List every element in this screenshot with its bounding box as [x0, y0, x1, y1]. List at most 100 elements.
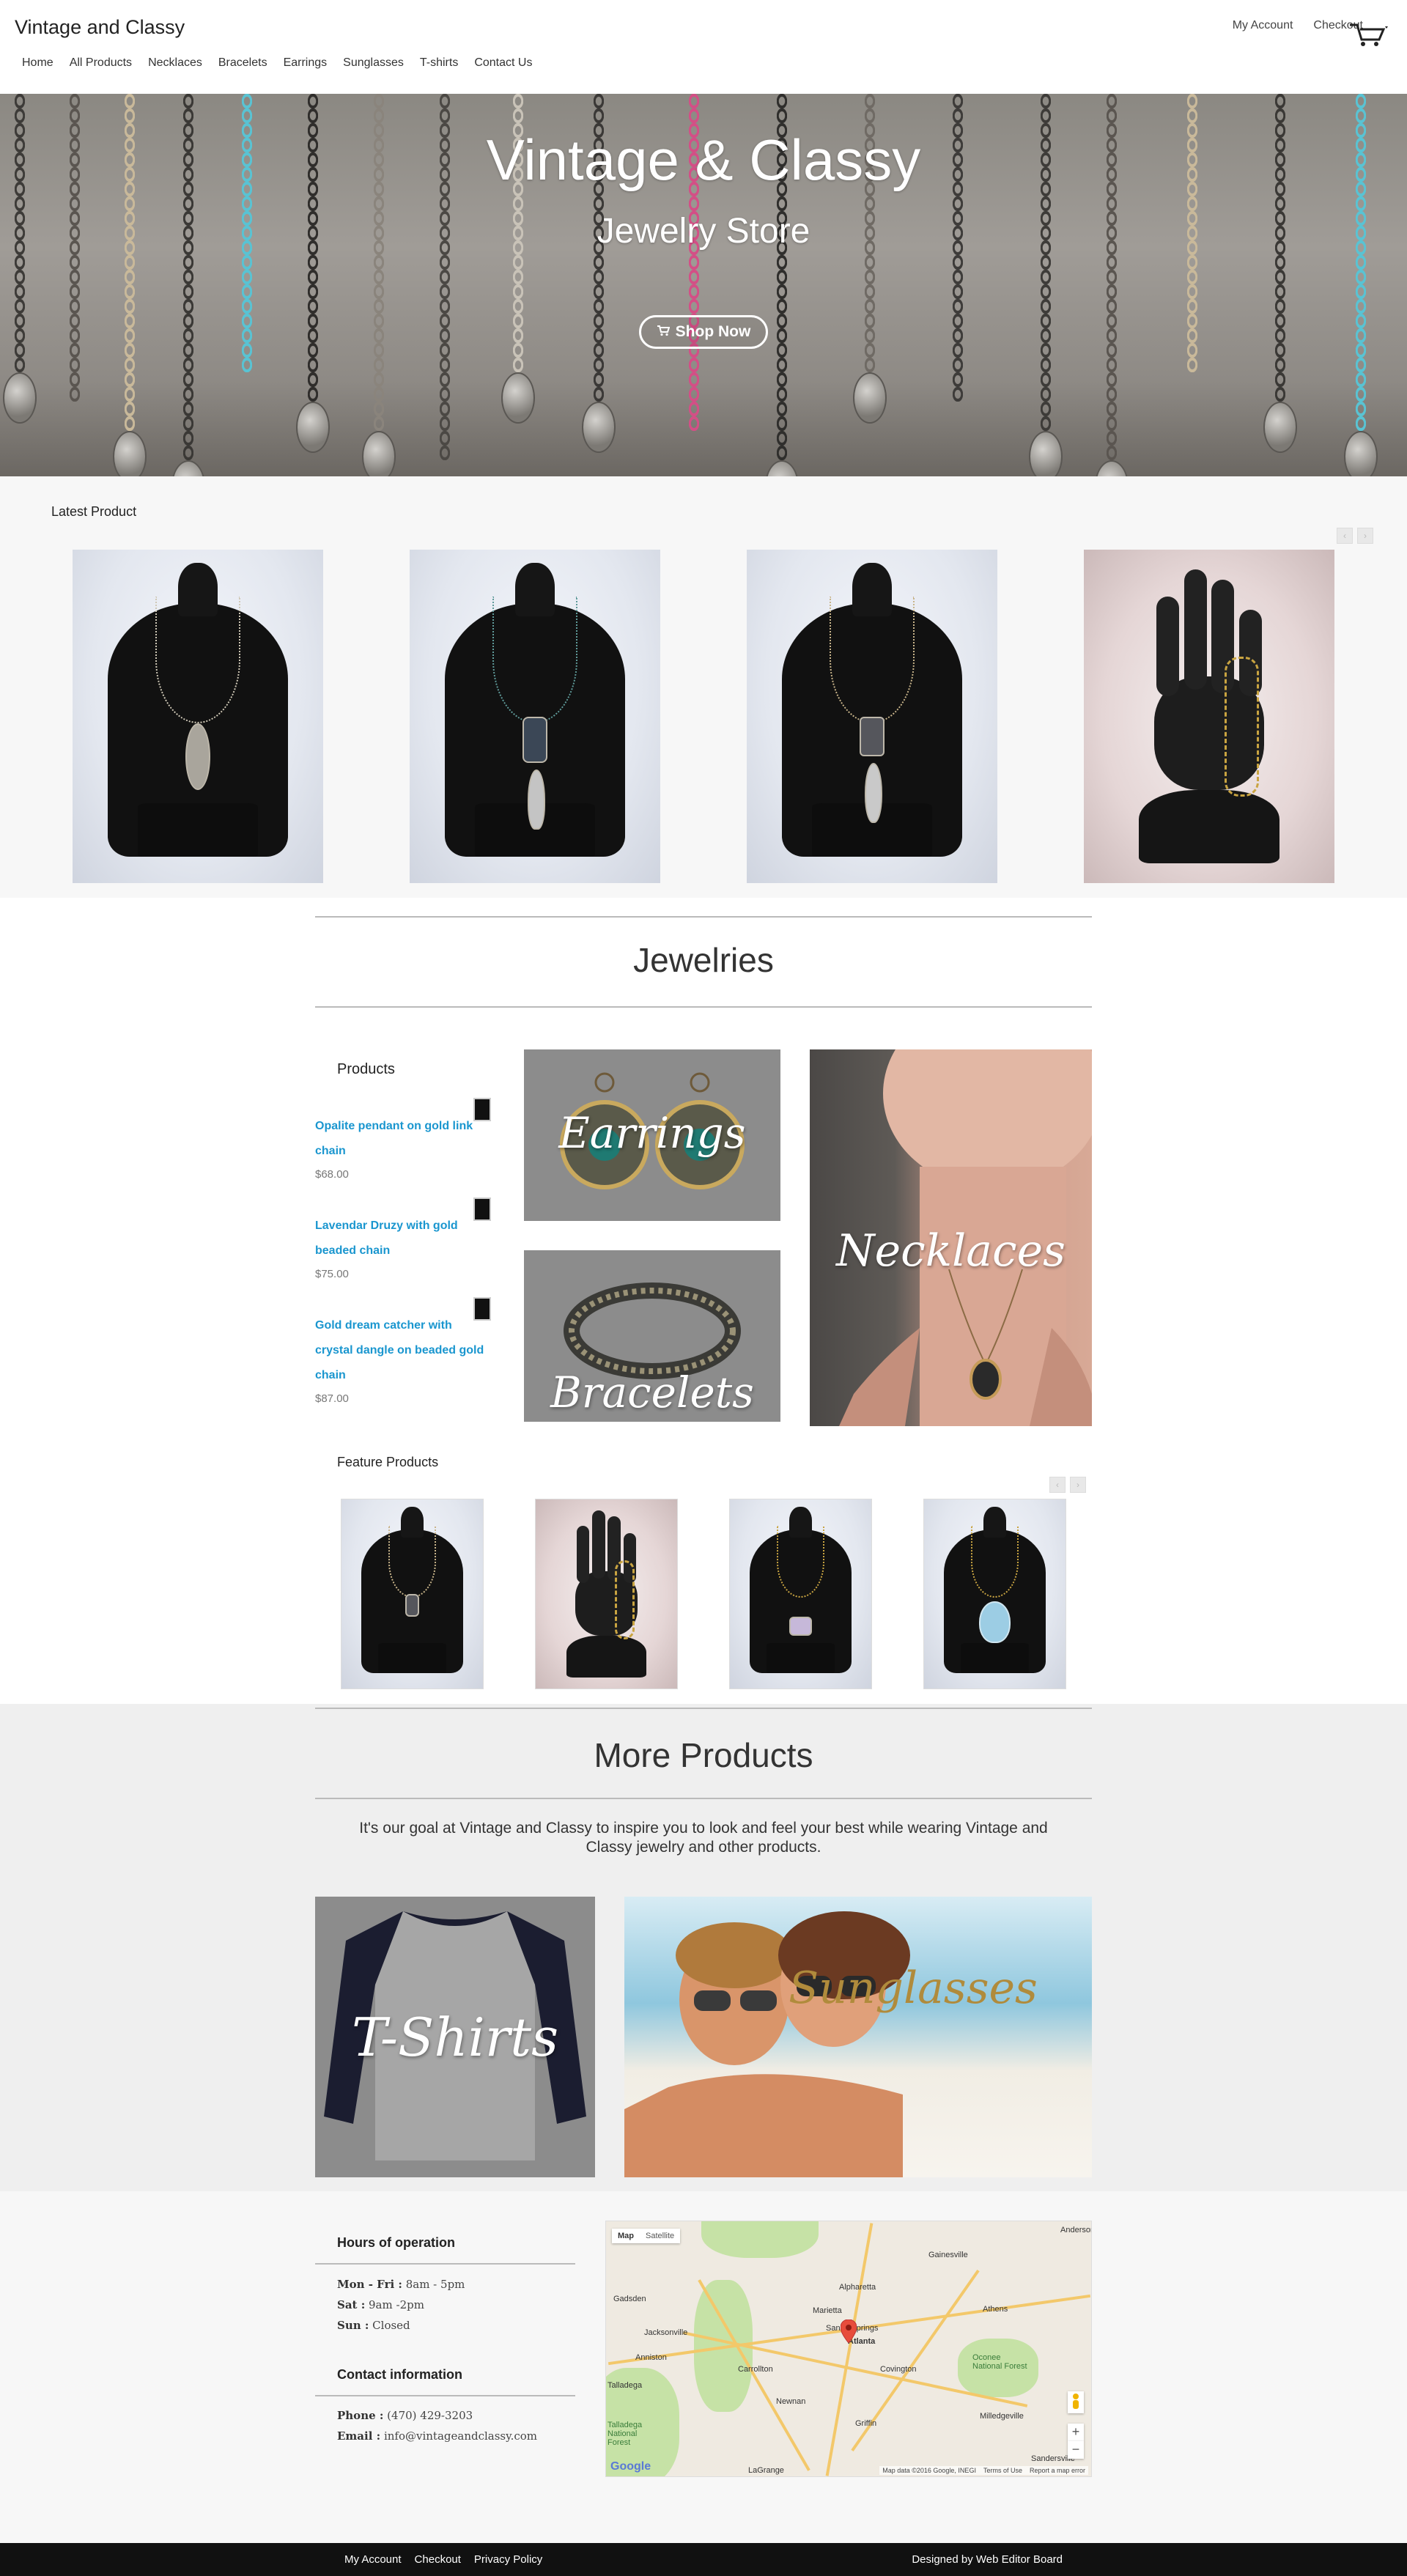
divider — [315, 1708, 1092, 1709]
footer-checkout-link[interactable]: Checkout — [415, 2553, 461, 2566]
product-list-item: Opalite pendant on gold link chain $68.00 — [315, 1098, 498, 1181]
hero-pendant — [1344, 431, 1378, 476]
terms-link[interactable]: Terms of Use — [983, 2467, 1022, 2474]
nav-earrings[interactable]: Earrings — [284, 56, 328, 70]
footer-my-account-link[interactable]: My Account — [344, 2553, 402, 2566]
nav-contact-us[interactable]: Contact Us — [474, 56, 532, 70]
hero-subtitle: Jewelry Store — [597, 212, 810, 251]
map-city-label: Anniston — [635, 2353, 667, 2362]
latest-next-button[interactable]: › — [1357, 528, 1373, 544]
map-city-label: LaGrange — [748, 2466, 784, 2475]
map-city-label: Oconee National Forest — [972, 2353, 1027, 2371]
tshirts-category-tile[interactable]: T-Shirts — [315, 1897, 595, 2177]
cart-icon[interactable] — [1347, 19, 1391, 48]
divider — [315, 2395, 575, 2396]
latest-product-image[interactable] — [1084, 550, 1334, 883]
hero-pendant — [113, 431, 147, 476]
product-thumbnail[interactable] — [473, 1297, 491, 1321]
zoom-out-button[interactable]: − — [1068, 2441, 1084, 2459]
hero-pendant — [501, 372, 535, 424]
map-city-label: Gainesville — [928, 2251, 968, 2259]
satellite-tab[interactable]: Satellite — [640, 2229, 680, 2243]
designed-by: Designed by Web Editor Board — [912, 2553, 1063, 2566]
hero-pendant — [171, 460, 205, 476]
hours-row: Sat : 9am -2pm — [337, 2298, 424, 2311]
hero-title: Vintage & Classy — [486, 128, 921, 192]
location-map[interactable]: Map Satellite Gainesville Alpharetta Ath… — [605, 2221, 1092, 2477]
hero-pendant — [582, 402, 616, 453]
my-account-link[interactable]: My Account — [1233, 19, 1293, 32]
more-products-description: It's our goal at Vintage and Classy to i… — [359, 1820, 1048, 1856]
latest-product-image[interactable] — [410, 550, 660, 883]
map-city-label: Covington — [880, 2365, 917, 2374]
hero-banner: Vintage & Classy Jewelry Store Shop Now — [0, 94, 1407, 476]
attribution-text: Map data ©2016 Google, INEGI — [882, 2467, 976, 2474]
latest-prev-button[interactable]: ‹ — [1337, 528, 1353, 544]
nav-necklaces[interactable]: Necklaces — [148, 56, 202, 70]
products-heading: Products — [337, 1061, 395, 1077]
necklaces-label: Necklaces — [836, 1225, 1066, 1277]
cart-icon — [657, 323, 671, 341]
feature-product-image[interactable] — [341, 1499, 484, 1689]
map-city-label: Gadsden — [613, 2295, 646, 2303]
email-row: Email : info@vintageandclassy.com — [337, 2429, 538, 2443]
feature-product-image[interactable] — [535, 1499, 678, 1689]
hours-row: Sun : Closed — [337, 2319, 410, 2332]
product-name[interactable]: Lavendar Druzy with gold beaded chain — [315, 1214, 498, 1263]
latest-title: Latest Product — [51, 504, 137, 519]
map-city-label: Carrollton — [738, 2365, 773, 2374]
nav-home[interactable]: Home — [22, 56, 53, 70]
map-city-label: Alpharetta — [839, 2283, 876, 2292]
bracelets-category-tile[interactable]: Bracelets — [524, 1250, 780, 1422]
nav-sunglasses[interactable]: Sunglasses — [343, 56, 404, 70]
latest-products-section: Latest Product ‹ › — [0, 476, 1407, 898]
feature-next-button[interactable]: › — [1070, 1477, 1086, 1493]
shop-now-button[interactable]: Shop Now — [639, 315, 768, 349]
map-tab[interactable]: Map — [612, 2229, 640, 2243]
hero-pendant — [1263, 402, 1297, 453]
map-city-label: Griffin — [855, 2419, 877, 2428]
more-products-title: More Products — [594, 1736, 813, 1774]
sunglasses-category-tile[interactable]: Sunglasses — [624, 1897, 1092, 2177]
site-header: Vintage and Classy My Account Checkout H… — [0, 0, 1407, 94]
hero-pendant — [362, 431, 396, 476]
hours-row: Mon - Fri : 8am - 5pm — [337, 2278, 465, 2291]
pegman-icon[interactable] — [1068, 2391, 1084, 2413]
nav-all-products[interactable]: All Products — [70, 56, 132, 70]
product-name[interactable]: Opalite pendant on gold link chain — [315, 1114, 498, 1164]
latest-product-image[interactable] — [747, 550, 997, 883]
map-city-label: Marietta — [813, 2306, 842, 2315]
map-marker-icon[interactable] — [840, 2319, 857, 2347]
latest-product-image[interactable] — [73, 550, 323, 883]
map-city-label: Newnan — [776, 2397, 806, 2406]
hero-pendant — [1029, 431, 1063, 476]
map-city-label: Anderson — [1060, 2226, 1092, 2234]
divider — [315, 1006, 1092, 1008]
bracelets-label: Bracelets — [550, 1368, 754, 1417]
product-thumbnail[interactable] — [473, 1098, 491, 1121]
map-city-label: Athens — [983, 2305, 1008, 2314]
nav-bracelets[interactable]: Bracelets — [218, 56, 267, 70]
contact-title: Contact information — [337, 2367, 462, 2382]
nav-tshirts[interactable]: T-shirts — [420, 56, 458, 70]
necklaces-category-tile[interactable]: Necklaces — [810, 1049, 1092, 1426]
product-price: $68.00 — [315, 1168, 349, 1181]
site-title[interactable]: Vintage and Classy — [15, 16, 185, 39]
report-link[interactable]: Report a map error — [1030, 2467, 1085, 2474]
feature-product-image[interactable] — [729, 1499, 872, 1689]
earrings-category-tile[interactable]: Earrings — [524, 1049, 780, 1221]
product-name[interactable]: Gold dream catcher with crystal dangle on… — [315, 1313, 498, 1388]
hero-pendant — [853, 372, 887, 424]
hero-pendant — [3, 372, 37, 424]
map-city-label: Jacksonville — [644, 2328, 688, 2337]
feature-product-image[interactable] — [923, 1499, 1066, 1689]
footer-privacy-link[interactable]: Privacy Policy — [474, 2553, 542, 2566]
product-list-item: Gold dream catcher with crystal dangle on… — [315, 1297, 498, 1405]
designer-link[interactable]: Web Editor Board — [976, 2553, 1063, 2566]
product-thumbnail[interactable] — [473, 1197, 491, 1221]
google-logo: Google — [610, 2460, 651, 2473]
feature-prev-button[interactable]: ‹ — [1049, 1477, 1066, 1493]
zoom-in-button[interactable]: + — [1068, 2424, 1084, 2441]
map-city-label: Talladega National Forest — [608, 2421, 643, 2447]
hero-pendant — [1095, 460, 1129, 476]
